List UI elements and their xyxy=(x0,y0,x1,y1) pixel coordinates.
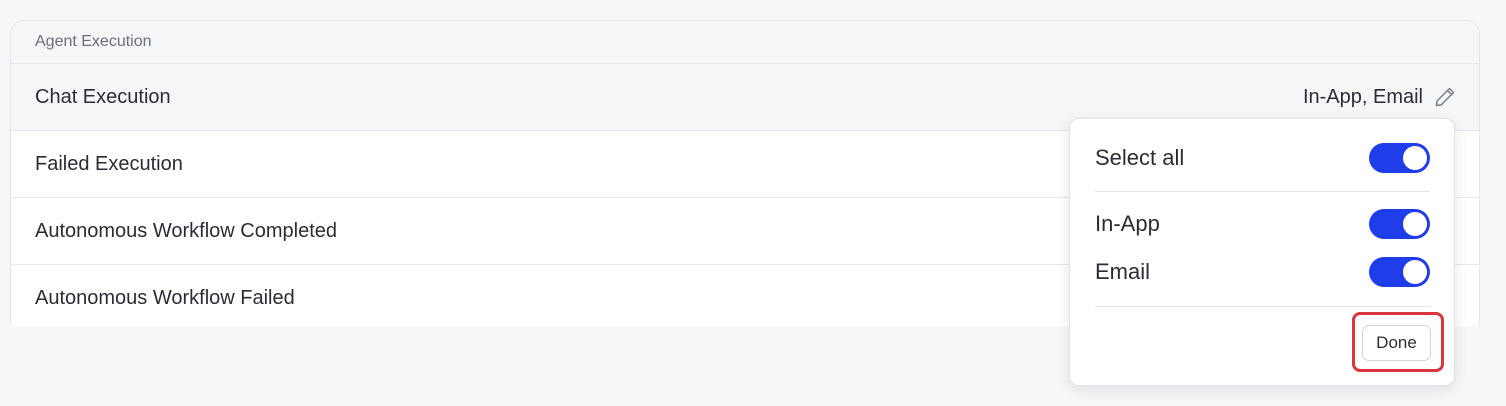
done-button[interactable]: Done xyxy=(1362,325,1431,361)
in-app-label: In-App xyxy=(1095,211,1160,236)
select-all-label: Select all xyxy=(1095,145,1185,170)
row-label: Autonomous Workflow Completed xyxy=(35,219,337,242)
channel-selector-popover: Select all In-App Email Done xyxy=(1069,118,1455,386)
section-header: Agent Execution xyxy=(11,21,1479,64)
email-toggle[interactable] xyxy=(1369,257,1430,287)
select-all-row: Select all xyxy=(1095,143,1430,173)
row-label: Chat Execution xyxy=(35,85,171,108)
toggle-knob xyxy=(1403,146,1427,170)
toggle-knob xyxy=(1403,260,1427,284)
in-app-toggle[interactable] xyxy=(1369,209,1430,239)
divider xyxy=(1095,191,1430,192)
pencil-icon[interactable] xyxy=(1433,85,1457,109)
row-label: Autonomous Workflow Failed xyxy=(35,287,295,309)
select-all-toggle[interactable] xyxy=(1369,143,1430,173)
divider xyxy=(1095,306,1430,307)
row-label: Failed Execution xyxy=(35,152,183,175)
in-app-row: In-App xyxy=(1095,209,1430,239)
email-label: Email xyxy=(1095,259,1151,284)
email-row: Email xyxy=(1095,257,1430,287)
channels-value: In-App, Email xyxy=(1302,85,1423,108)
toggle-knob xyxy=(1403,212,1427,236)
